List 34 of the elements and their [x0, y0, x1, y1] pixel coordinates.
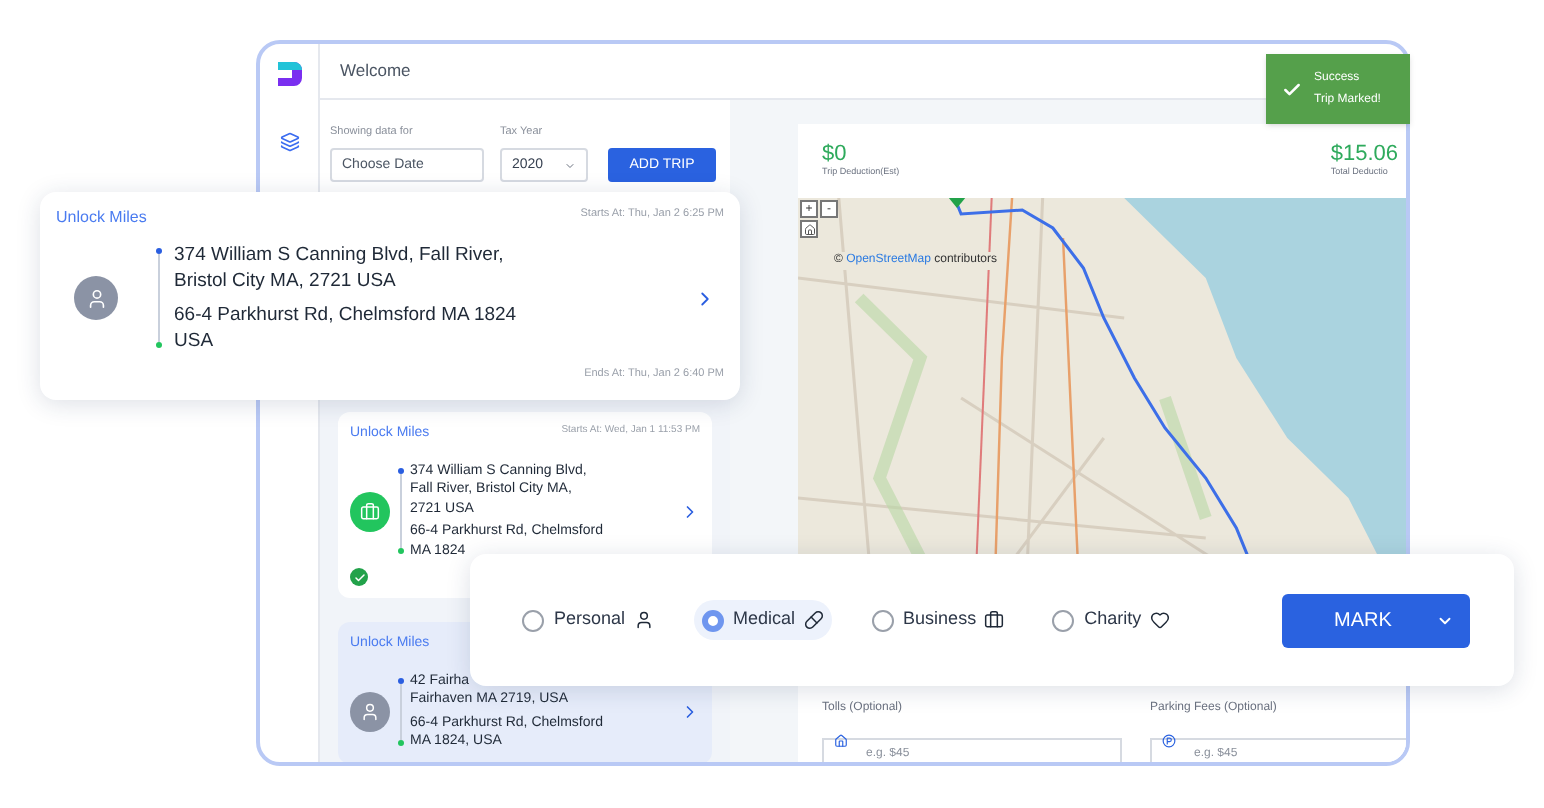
- layers-icon[interactable]: [279, 132, 299, 152]
- home-control[interactable]: [800, 220, 818, 238]
- radio-button[interactable]: [871, 609, 894, 631]
- pill-icon: [803, 610, 824, 630]
- radio-button[interactable]: [701, 609, 724, 631]
- house-icon: [834, 734, 848, 748]
- person-icon: [633, 610, 654, 630]
- origin-address: 374 William S Canning Blvd, Fall River, Bristol City MA, 2721 USA: [174, 242, 506, 294]
- route-line-icon: [396, 467, 404, 555]
- deduction-amount: $15.06: [1330, 142, 1398, 167]
- person-icon: [360, 701, 380, 722]
- route-line-icon: [154, 248, 162, 348]
- destination-address: 66-4 Parkhurst Rd, Chelmsford MA 1824 USA: [174, 302, 519, 354]
- mark-button[interactable]: MARK: [1282, 593, 1470, 647]
- caret-icon: [564, 159, 576, 172]
- person-icon: [85, 287, 107, 309]
- house-icon: [803, 223, 815, 235]
- page-title: Welcome: [340, 58, 411, 84]
- option-label: Medical: [733, 606, 796, 633]
- trip-type-option[interactable]: Medical: [693, 600, 832, 640]
- radio-button[interactable]: [522, 609, 544, 631]
- option-label: Charity: [1084, 606, 1142, 633]
- briefcase-icon: [984, 610, 1005, 630]
- trip-label: Unlock Miles: [56, 206, 147, 230]
- check-icon: [1282, 79, 1302, 99]
- option-label: Business: [903, 606, 977, 633]
- deduction-amount: $0: [822, 142, 849, 167]
- heart-icon: [1149, 610, 1170, 630]
- logo-icon: [275, 60, 303, 88]
- trip-type-option[interactable]: Charity: [1044, 600, 1178, 640]
- briefcase-icon: [360, 501, 380, 521]
- trip-type-option[interactable]: Business: [863, 600, 1013, 640]
- parking-icon: [1162, 734, 1176, 748]
- radio-button[interactable]: [1052, 609, 1075, 631]
